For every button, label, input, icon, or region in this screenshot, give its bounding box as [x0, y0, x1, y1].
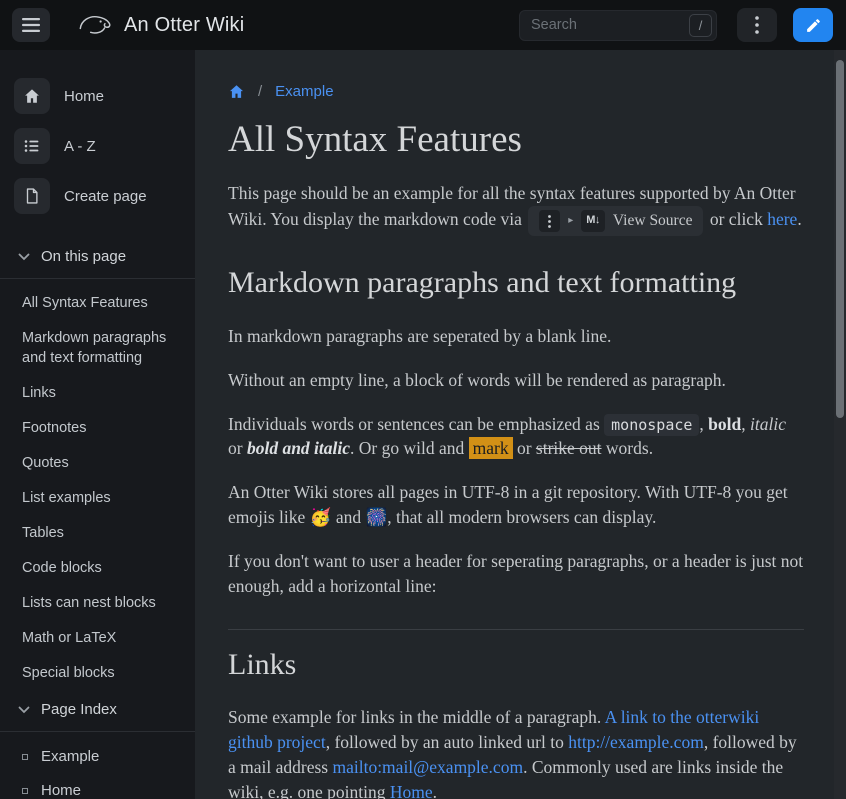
- text: .: [433, 782, 437, 799]
- bold-italic-text: bold and italic: [247, 438, 350, 458]
- page-index-item-home[interactable]: Home: [22, 782, 181, 799]
- horizontal-rule: [228, 629, 804, 630]
- scrollbar-track[interactable]: [834, 50, 846, 799]
- breadcrumb-home-icon[interactable]: [228, 83, 245, 100]
- document-icon: [14, 178, 50, 214]
- page-index-label: Page Index: [41, 701, 117, 718]
- hamburger-menu-button[interactable]: [12, 8, 50, 42]
- formatting-examples-paragraph: Individuals words or sentences can be em…: [228, 412, 804, 462]
- search-input[interactable]: [519, 10, 717, 41]
- sidebar-item-label: Home: [64, 88, 104, 105]
- toc-item[interactable]: Tables: [22, 523, 181, 543]
- paragraph: In markdown paragraphs are seperated by …: [228, 324, 804, 349]
- toc-item[interactable]: Links: [22, 383, 181, 403]
- app-title: An Otter Wiki: [124, 14, 244, 37]
- text: Some example for links in the middle of …: [228, 707, 605, 727]
- chevron-down-icon: [18, 253, 30, 261]
- sidebar-item-label: A - Z: [64, 138, 96, 155]
- kebab-icon: [755, 16, 759, 34]
- markdown-badge-icon: M↓: [581, 210, 605, 232]
- on-this-page-label: On this page: [41, 248, 126, 265]
- text: ,: [699, 414, 708, 434]
- view-source-label: View Source: [613, 210, 693, 232]
- hamburger-icon: [22, 18, 40, 32]
- otter-logo-icon: [76, 11, 114, 39]
- breadcrumb-current-link[interactable]: Example: [275, 83, 333, 100]
- main-content: / Example All Syntax Features This page …: [195, 50, 834, 799]
- sidebar-item-create-page[interactable]: Create page: [0, 174, 195, 218]
- toc-item[interactable]: Special blocks: [22, 663, 181, 683]
- sidebar: Home A - Z Create page: [0, 50, 195, 799]
- text: Individuals words or sentences can be em…: [228, 414, 604, 434]
- toc-item[interactable]: Lists can nest blocks: [22, 593, 181, 613]
- search-shortcut-badge: /: [689, 14, 712, 37]
- party-face-emoji: 🥳: [310, 507, 332, 527]
- toc-item[interactable]: Markdown paragraphs and text formatting: [22, 328, 181, 368]
- sidebar-item-home[interactable]: Home: [0, 74, 195, 118]
- sidebar-item-a-z[interactable]: A - Z: [0, 124, 195, 168]
- text: ,: [741, 414, 750, 434]
- toc-item[interactable]: Quotes: [22, 453, 181, 473]
- page-index-item-example[interactable]: Example: [22, 748, 181, 765]
- text: . Or go wild and: [350, 438, 469, 458]
- intro-paragraph: This page should be an example for all t…: [228, 181, 804, 236]
- toc-item[interactable]: Footnotes: [22, 418, 181, 438]
- here-link[interactable]: here: [767, 209, 797, 229]
- search-container: /: [519, 10, 717, 41]
- on-this-page-list: All Syntax Features Markdown paragraphs …: [0, 279, 195, 683]
- strikethrough-text: strike out: [536, 438, 602, 458]
- kebab-icon: [539, 210, 560, 232]
- home-wiki-link[interactable]: Home: [390, 782, 433, 799]
- text: , that all modern browsers can display.: [387, 507, 656, 527]
- top-navbar: An Otter Wiki /: [0, 0, 846, 50]
- bold-text: bold: [708, 414, 741, 434]
- text: or: [513, 438, 536, 458]
- overflow-menu-button[interactable]: [737, 8, 777, 42]
- page-title: All Syntax Features: [228, 118, 804, 162]
- mark-text: mark: [469, 437, 513, 459]
- text: and: [331, 507, 365, 527]
- utf8-paragraph: An Otter Wiki stores all pages in UTF-8 …: [228, 480, 804, 530]
- page-index-item-label: Home: [41, 782, 81, 799]
- toc-item[interactable]: Code blocks: [22, 558, 181, 578]
- pencil-icon: [805, 17, 822, 34]
- list-icon: [14, 128, 50, 164]
- chevron-down-icon: [18, 706, 30, 714]
- section-heading-links: Links: [228, 644, 804, 687]
- example-com-link[interactable]: http://example.com: [568, 732, 704, 752]
- text: or: [228, 438, 247, 458]
- page-index-toggle[interactable]: Page Index: [0, 701, 195, 718]
- intro-text: .: [797, 209, 801, 229]
- text: , followed by an auto linked url to: [326, 732, 569, 752]
- mailto-link[interactable]: mailto:mail@example.com: [332, 757, 523, 777]
- menu-arrow-icon: ▸: [568, 214, 573, 228]
- intro-text: or click: [705, 209, 767, 229]
- toc-item[interactable]: All Syntax Features: [22, 293, 181, 313]
- brand[interactable]: An Otter Wiki: [76, 11, 244, 39]
- links-paragraph: Some example for links in the middle of …: [228, 705, 804, 799]
- fireworks-emoji: 🎆: [365, 507, 387, 527]
- breadcrumb: / Example: [228, 83, 804, 100]
- scrollbar-thumb[interactable]: [836, 60, 844, 418]
- page-index-list: Example Home: [0, 732, 195, 799]
- home-icon: [14, 78, 50, 114]
- toc-item[interactable]: List examples: [22, 488, 181, 508]
- sidebar-primary-nav: Home A - Z Create page: [0, 50, 195, 218]
- square-bullet-icon: [22, 788, 28, 794]
- on-this-page-toggle[interactable]: On this page: [0, 248, 195, 265]
- paragraph: If you don't want to user a header for s…: [228, 549, 804, 599]
- code-span: monospace: [604, 414, 699, 436]
- breadcrumb-separator: /: [258, 83, 262, 100]
- italic-text: italic: [750, 414, 786, 434]
- sidebar-item-label: Create page: [64, 188, 147, 205]
- section-heading-markdown: Markdown paragraphs and text formatting: [228, 262, 804, 305]
- toc-item[interactable]: Math or LaTeX: [22, 628, 181, 648]
- paragraph: Without an empty line, a block of words …: [228, 368, 804, 393]
- view-source-widget[interactable]: ▸ M↓ View Source: [528, 206, 703, 236]
- square-bullet-icon: [22, 754, 28, 760]
- edit-page-button[interactable]: [793, 8, 833, 42]
- text: words.: [602, 438, 654, 458]
- page-index-item-label: Example: [41, 748, 99, 765]
